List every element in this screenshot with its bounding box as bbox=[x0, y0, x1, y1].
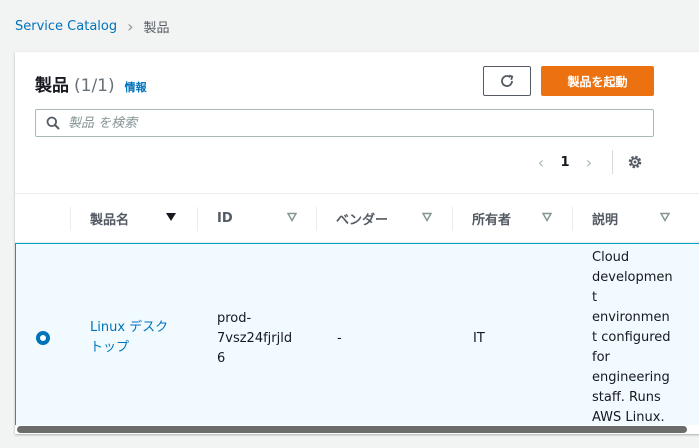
column-divider bbox=[316, 207, 317, 231]
next-page-icon[interactable]: › bbox=[578, 153, 600, 172]
prev-page-icon[interactable]: ‹ bbox=[530, 153, 552, 172]
breadcrumb-service-catalog[interactable]: Service Catalog bbox=[15, 19, 117, 34]
breadcrumb-current: 製品 bbox=[143, 21, 170, 36]
chevron-right-icon: › bbox=[127, 16, 134, 36]
search-icon bbox=[46, 116, 60, 130]
product-count: (1/1) bbox=[74, 76, 115, 96]
sort-icon bbox=[660, 212, 670, 222]
refresh-button[interactable] bbox=[483, 66, 531, 96]
launch-product-button[interactable]: 製品を起動 bbox=[541, 66, 654, 96]
sort-desc-icon bbox=[166, 213, 176, 221]
sort-icon bbox=[287, 212, 297, 222]
column-divider bbox=[197, 207, 198, 231]
column-header-description[interactable]: 説明 bbox=[592, 194, 692, 243]
table-header: 製品名 ID ベンダー 所有者 説明 bbox=[15, 193, 699, 243]
column-divider bbox=[452, 207, 453, 231]
product-vendor: - bbox=[337, 331, 342, 346]
products-panel: 製品 (1/1) 情報 製品を起動 ‹ 1 › 製品名 bbox=[15, 52, 699, 434]
info-link[interactable]: 情報 bbox=[125, 79, 147, 95]
breadcrumb: Service Catalog › 製品 bbox=[15, 17, 170, 36]
pagination: ‹ 1 › bbox=[530, 150, 643, 174]
pagination-divider bbox=[612, 150, 613, 174]
product-owner: IT bbox=[473, 331, 485, 346]
sort-icon bbox=[542, 212, 552, 222]
scrollbar-thumb[interactable] bbox=[17, 426, 687, 433]
column-header-owner[interactable]: 所有者 bbox=[472, 194, 572, 243]
column-header-name[interactable]: 製品名 bbox=[90, 194, 198, 243]
gear-icon[interactable] bbox=[627, 154, 643, 170]
column-header-vendor[interactable]: ベンダー bbox=[336, 194, 452, 243]
table-row[interactable]: Linux デスク トップ prod- 7vsz24fjrjld 6 - IT … bbox=[15, 243, 699, 434]
product-description: Cloud developmen t environmen t configur… bbox=[592, 250, 673, 425]
column-header-id[interactable]: ID bbox=[217, 194, 317, 243]
panel-header: 製品 (1/1) 情報 bbox=[35, 71, 147, 96]
page-title: 製品 bbox=[35, 76, 69, 96]
page-number[interactable]: 1 bbox=[552, 155, 578, 170]
refresh-icon bbox=[501, 74, 514, 87]
product-id: prod- 7vsz24fjrjld 6 bbox=[217, 311, 293, 366]
row-select-radio[interactable] bbox=[36, 331, 50, 345]
column-divider bbox=[572, 207, 573, 231]
search-input[interactable] bbox=[68, 115, 628, 131]
search-box bbox=[35, 109, 654, 137]
sort-icon bbox=[422, 212, 432, 222]
product-name-link[interactable]: Linux デスク トップ bbox=[90, 318, 168, 358]
column-divider bbox=[70, 207, 71, 231]
horizontal-scrollbar[interactable] bbox=[15, 425, 699, 434]
